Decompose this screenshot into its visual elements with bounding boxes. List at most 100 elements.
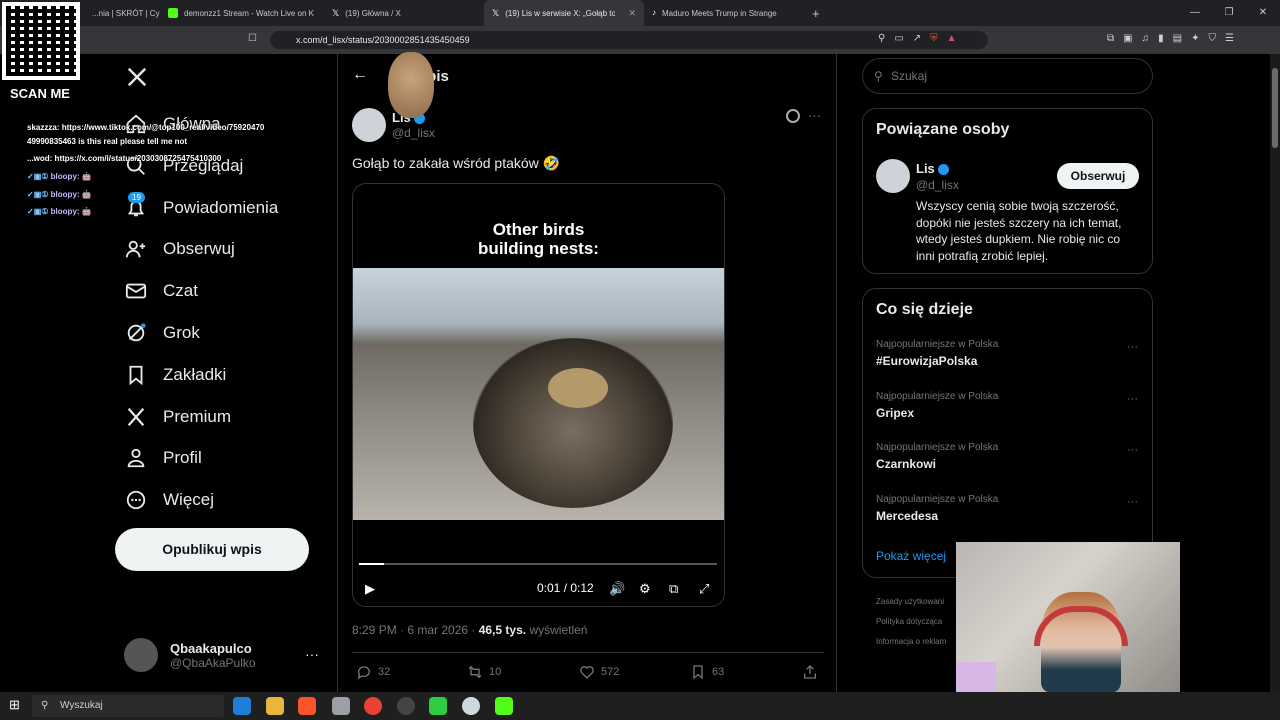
vpn-icon[interactable]: ⛉ (1208, 33, 1216, 44)
reply-count: 32 (378, 666, 391, 678)
settings-icon[interactable]: ⚙ (639, 581, 651, 597)
taskbar-search[interactable]: ⚲ Wyszukaj (32, 695, 224, 717)
more-options-icon[interactable]: ··· (1127, 341, 1138, 353)
chat-user: skazzza: (27, 123, 60, 132)
divider (352, 652, 824, 653)
more-options-icon[interactable]: ··· (1127, 444, 1138, 456)
follow-button[interactable]: Obserwuj (1057, 163, 1139, 189)
brave-shield-icon[interactable]: ⛨ (930, 33, 938, 44)
video-progress-fill (359, 563, 385, 565)
trend-item[interactable]: Najpopularniejsze w Polska #EurowizjaPol… (876, 339, 1146, 368)
screenshot-icon[interactable]: ▣ (1123, 33, 1132, 44)
bookmark-button[interactable]: 63 (690, 664, 724, 680)
app-icon[interactable] (495, 697, 513, 715)
footer-link[interactable]: Zasady użytkowani (876, 597, 944, 606)
file-explorer-icon[interactable] (266, 697, 284, 715)
brave-icon[interactable] (298, 697, 316, 715)
video-progress-bar[interactable] (359, 563, 717, 565)
tweet-time[interactable]: 8:29 PM · 6 mar 2026 · (352, 623, 479, 637)
scrollbar[interactable] (1270, 54, 1280, 692)
search-input[interactable]: ⚲ Szukaj (862, 58, 1153, 94)
like-button[interactable]: 572 (579, 664, 619, 680)
video-frame[interactable] (353, 268, 724, 520)
play-icon[interactable]: ▶ (365, 581, 375, 597)
footer-link[interactable]: Polityka dotycząca (876, 617, 942, 626)
nav-item-grok[interactable]: Grok (125, 318, 200, 348)
more-options-icon[interactable]: ··· (808, 108, 821, 123)
lamp-shape (956, 662, 996, 692)
more-options-icon[interactable]: ··· (1127, 496, 1138, 508)
menu-icon[interactable]: ☰ (1225, 33, 1234, 44)
share-button[interactable] (802, 664, 818, 680)
scrollbar-thumb[interactable] (1272, 68, 1278, 148)
trend-topic: Mercedesa (876, 509, 939, 523)
music-icon[interactable]: ♫ (1142, 33, 1150, 44)
media-app-icon[interactable] (429, 697, 447, 715)
app-icon[interactable] (462, 697, 480, 715)
close-icon[interactable]: ✕ (628, 8, 636, 19)
app-icon[interactable] (332, 697, 350, 715)
trend-item[interactable]: Najpopularniejsze w Polska Gripex ··· (876, 391, 1146, 420)
trend-item[interactable]: Najpopularniejsze w Polska Mercedesa ··· (876, 494, 1146, 523)
volume-icon[interactable]: 🔊 (609, 581, 625, 597)
chat-text: https://www.tiktok.com/@top100_real/vide… (59, 123, 265, 132)
tab-2[interactable]: demonzz1 Stream - Watch Live on K (160, 0, 324, 26)
cast-icon[interactable]: ▭ (894, 33, 903, 44)
related-name[interactable]: Lis (916, 161, 949, 176)
account-switcher[interactable]: Qbaakapulco @QbaAkaPulko (124, 638, 256, 672)
restore-icon[interactable]: ❐ (1212, 0, 1246, 26)
bookmark-page-icon[interactable]: ☐ (248, 33, 257, 44)
back-arrow-icon[interactable]: ← (352, 66, 368, 84)
video-player[interactable]: Other birds building nests: ▶ 0:01 / 0:1… (352, 183, 725, 607)
caption-line: Other birds (492, 220, 585, 239)
bird-shape (548, 368, 608, 408)
fullscreen-icon[interactable]: ⤢ (699, 581, 709, 597)
edge-icon[interactable] (233, 697, 251, 715)
nav-item-notifications[interactable]: Powiadomienia (125, 193, 278, 223)
tab-5[interactable]: ♪ Maduro Meets Trump in Strange (644, 0, 804, 26)
share-icon[interactable]: ↗ (913, 33, 921, 44)
avatar[interactable] (876, 159, 910, 193)
more-options-icon[interactable]: ··· (1127, 393, 1138, 405)
reply-button[interactable]: 32 (356, 664, 390, 680)
repost-button[interactable]: 10 (467, 664, 501, 680)
windows-start-icon[interactable]: ⊞ (9, 697, 20, 713)
tab-4-active[interactable]: 𝕏 (19) Lis w serwisie X: „Gołąb to z ✕ (484, 0, 644, 26)
sidebar-icon[interactable]: ▮ (1158, 33, 1164, 44)
new-tab-button[interactable]: + (804, 0, 834, 26)
grok-explain-icon[interactable] (786, 109, 800, 123)
footer-link[interactable]: Informacja o reklam (876, 637, 946, 646)
close-window-icon[interactable]: ✕ (1246, 0, 1280, 26)
wallet-icon[interactable]: ▤ (1173, 33, 1182, 44)
avatar[interactable] (352, 108, 386, 142)
main-column: ← Wpis Lis @d_lisx ··· Gołąb to zakała w… (337, 54, 837, 692)
leo-ai-icon[interactable]: ✦ (1191, 33, 1199, 44)
extensions-icon[interactable]: ⧉ (1107, 33, 1114, 44)
x-logo-icon[interactable] (126, 66, 148, 88)
trend-context: Najpopularniejsze w Polska (876, 339, 999, 350)
nav-item-follow[interactable]: Obserwuj (125, 234, 235, 264)
trend-item[interactable]: Najpopularniejsze w Polska Czarnkowi ··· (876, 442, 1146, 471)
pip-icon[interactable]: ⧉ (669, 581, 678, 597)
x-icon: 𝕏 (332, 8, 340, 18)
nav-item-premium[interactable]: Premium (125, 402, 231, 432)
bookmark-icon (693, 665, 703, 680)
related-handle[interactable]: @d_lisx (916, 178, 959, 192)
author-handle[interactable]: @d_lisx (392, 126, 435, 140)
minimize-icon[interactable]: — (1178, 0, 1212, 26)
tab-3[interactable]: 𝕏 (19) Główna / X (324, 0, 484, 26)
caption-line: building nests: (478, 239, 599, 258)
nav-item-chat[interactable]: Czat (125, 276, 198, 306)
obs-icon[interactable] (397, 697, 415, 715)
post-button[interactable]: Opublikuj wpis (115, 528, 309, 571)
nav-item-bookmarks[interactable]: Zakładki (125, 360, 226, 390)
chrome-icon[interactable] (364, 697, 382, 715)
nav-label: Premium (163, 407, 232, 426)
tab-1[interactable]: ...nia | SKRÓT | Cyrkow (84, 0, 160, 26)
nav-item-profile[interactable]: Profil (125, 443, 202, 473)
account-more-icon[interactable]: ··· (305, 646, 319, 662)
rewards-icon[interactable]: ▲ (947, 33, 957, 44)
show-more-link[interactable]: Pokaż więcej (876, 549, 946, 563)
zoom-icon[interactable]: ⚲ (878, 33, 885, 44)
nav-item-more[interactable]: Więcej (125, 485, 214, 515)
